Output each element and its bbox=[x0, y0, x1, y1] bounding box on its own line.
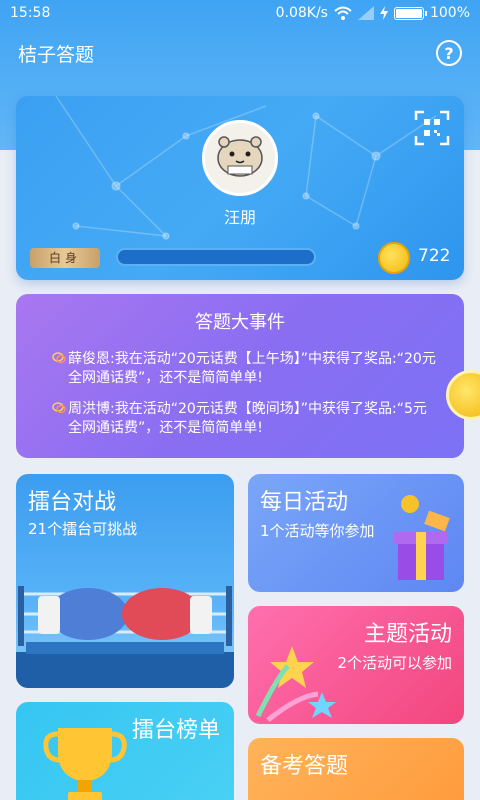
app-title: 桔子答题 bbox=[18, 43, 95, 66]
app-bar: 桔子答题 ? bbox=[0, 30, 480, 76]
topic-activity-tile[interactable]: 主题活动 2个活动可以参加 bbox=[248, 606, 464, 724]
username: 汪朋 bbox=[223, 208, 256, 227]
ranking-tile[interactable]: 擂台榜单 bbox=[16, 702, 234, 800]
boxing-gloves-image bbox=[16, 586, 234, 688]
charging-icon bbox=[379, 6, 388, 20]
status-right: 0.08K/s 100% bbox=[276, 5, 470, 21]
stars-image bbox=[255, 646, 336, 722]
coin-icon bbox=[378, 242, 410, 274]
wifi-icon bbox=[334, 6, 352, 20]
event-item: 周洪博:我在活动“20元话费【晚间场】”中获得了奖品:“5元全网通话费”，还不是… bbox=[52, 400, 438, 438]
avatar[interactable] bbox=[202, 120, 278, 196]
trophy-icon bbox=[43, 728, 127, 800]
event-text: 周洪博:我在活动“20元话费【晚间场】”中获得了奖品:“5元全网通话费”，还不是… bbox=[68, 401, 427, 436]
profile-card: 汪朋 白身 722 bbox=[16, 96, 464, 280]
events-title: 答题大事件 bbox=[195, 312, 285, 333]
event-text: 薛俊恩:我在活动“20元话费【上午场】”中获得了奖品:“20元全网通话费”，还不… bbox=[68, 351, 436, 386]
level-badge: 白身 bbox=[30, 248, 100, 268]
battle-tile[interactable]: 擂台对战 21个擂台可挑战 bbox=[16, 474, 234, 688]
chat-bubble-icon bbox=[52, 352, 66, 364]
level-progress-bar bbox=[116, 248, 316, 266]
gift-box-image bbox=[394, 495, 450, 580]
chat-bubble-icon bbox=[52, 402, 66, 414]
battery-icon bbox=[393, 6, 427, 20]
coin-count: 722 bbox=[418, 246, 451, 266]
status-time: 15:58 bbox=[10, 5, 51, 21]
event-item: 薛俊恩:我在活动“20元话费【上午场】”中获得了奖品:“20元全网通话费”，还不… bbox=[52, 350, 438, 388]
battery-level: 100% bbox=[429, 5, 470, 21]
daily-activity-tile[interactable]: 每日活动 1个活动等你参加 bbox=[248, 474, 464, 592]
status-bar: 15:58 0.08K/s 100% bbox=[0, 0, 480, 26]
exam-prep-tile[interactable]: 备考答题 bbox=[248, 738, 464, 800]
hamster-avatar-image bbox=[217, 136, 263, 177]
network-speed: 0.08K/s bbox=[275, 5, 328, 21]
events-card[interactable]: 答题大事件 薛俊恩:我在活动“20元话费【上午场】”中获得了奖品:“20元全网通… bbox=[16, 294, 464, 458]
qr-code-icon[interactable] bbox=[414, 110, 450, 146]
exam-title: 备考答题 bbox=[260, 754, 349, 779]
help-icon[interactable]: ? bbox=[436, 40, 462, 66]
signal-icon bbox=[357, 6, 374, 20]
